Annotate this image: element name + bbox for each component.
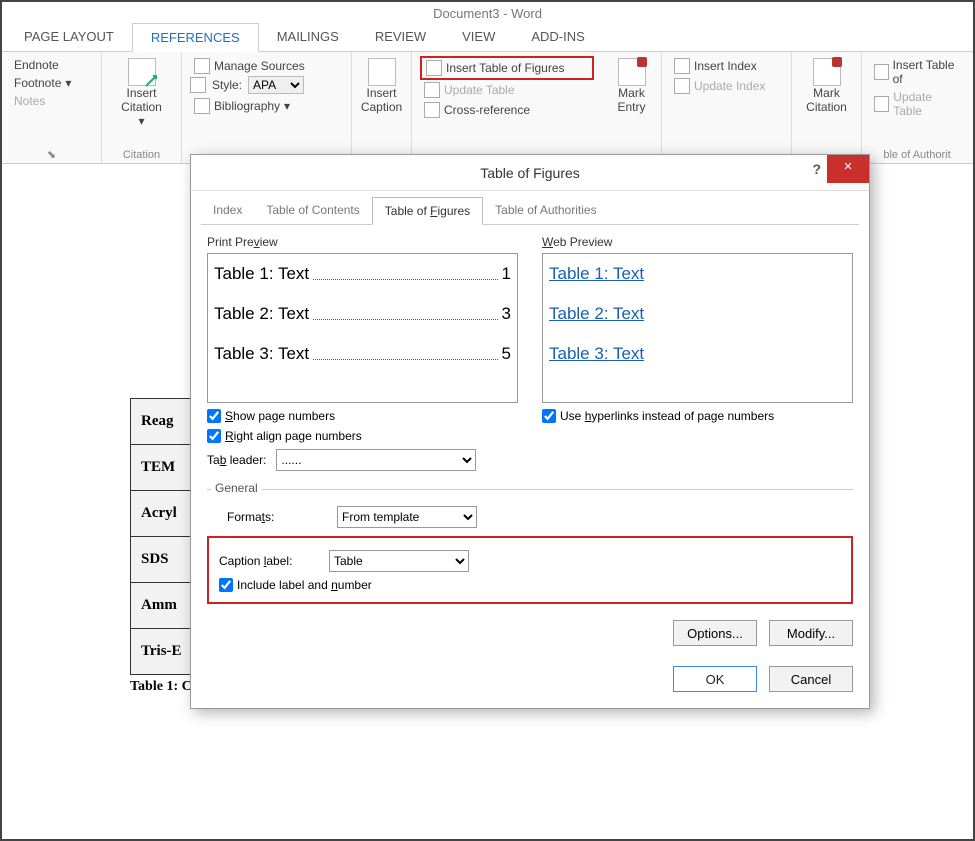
ribbon: Endnote Footnote ▾ Notes ⬊ Insert Citati… xyxy=(2,52,973,164)
update-index-label: Update Index xyxy=(694,79,765,93)
update-toa-button[interactable]: Update Table xyxy=(870,88,964,120)
notes-label: Notes xyxy=(10,92,93,110)
pp-item1: Table 1: Text xyxy=(214,264,309,284)
insert-toa-label: Insert Table of xyxy=(893,58,960,86)
dialog-title-text: Table of Figures xyxy=(480,165,580,181)
dtab-index[interactable]: Index xyxy=(201,197,254,224)
wp-item1: Table 1: Text xyxy=(549,264,644,284)
caption-icon xyxy=(368,58,396,86)
insert-citation-label: Insert Citation xyxy=(121,86,162,114)
web-preview-label: Web Preview xyxy=(542,235,853,249)
group-citations-label: Citation xyxy=(110,147,173,161)
insert-caption-button[interactable]: Insert Caption xyxy=(360,56,403,116)
citation-style-select[interactable]: APA xyxy=(248,76,304,94)
pp-page3: 5 xyxy=(502,344,511,364)
update-table-button[interactable]: Update Table xyxy=(420,80,594,100)
bibliography-dropdown[interactable]: Bibliography ▾ xyxy=(190,96,343,116)
include-label-checkbox[interactable]: Include label and number xyxy=(219,578,841,592)
print-preview-label: Print Preview xyxy=(207,235,518,249)
tab-page-layout[interactable]: PAGE LAYOUT xyxy=(6,23,132,51)
window-title: Document3 - Word xyxy=(2,2,973,23)
pp-item2: Table 2: Text xyxy=(214,304,309,324)
wp-item2: Table 2: Text xyxy=(549,304,644,324)
pp-page2: 3 xyxy=(502,304,511,324)
tab-review[interactable]: REVIEW xyxy=(357,23,444,51)
crossref-icon xyxy=(424,102,440,118)
web-preview-box[interactable]: Table 1: Text Table 2: Text Table 3: Tex… xyxy=(542,253,853,403)
cross-reference-button[interactable]: Cross-reference xyxy=(420,100,594,120)
help-button[interactable]: ? xyxy=(812,161,821,177)
print-preview-box[interactable]: Table 1: Text 1 Table 2: Text 3 Table 3: T… xyxy=(207,253,518,403)
insert-endnote-button[interactable]: Endnote xyxy=(10,56,93,74)
mark-citation-button[interactable]: Mark Citation xyxy=(800,56,853,116)
wp-item3: Table 3: Text xyxy=(549,344,644,364)
caption-label-highlight: Caption label: Table Include label and n… xyxy=(207,536,853,604)
update-icon xyxy=(424,82,440,98)
dtab-tof[interactable]: Table of Figures xyxy=(372,197,483,225)
tab-view[interactable]: VIEW xyxy=(444,23,513,51)
index-icon xyxy=(674,58,690,74)
citation-icon xyxy=(128,58,156,86)
group-authorities-label: ble of Authorit xyxy=(870,147,964,161)
update-toa-icon xyxy=(874,96,889,112)
bibliography-icon xyxy=(194,98,210,114)
tab-references[interactable]: REFERENCES xyxy=(132,23,259,52)
tab-mailings[interactable]: MAILINGS xyxy=(259,23,357,51)
insert-index-label: Insert Index xyxy=(694,59,757,73)
manage-sources-label: Manage Sources xyxy=(214,59,305,73)
ribbon-tabs: PAGE LAYOUT REFERENCES MAILINGS REVIEW V… xyxy=(2,23,973,52)
mark-entry-label: Mark Entry xyxy=(617,86,645,114)
dialog-tabs: Index Table of Contents Table of Figures… xyxy=(201,197,859,225)
update-index-icon xyxy=(674,78,690,94)
close-button[interactable]: × xyxy=(827,155,869,183)
style-icon xyxy=(190,77,206,93)
mark-citation-icon xyxy=(813,58,841,86)
formats-label: Formats: xyxy=(227,510,327,524)
insert-table-of-figures-button[interactable]: Insert Table of Figures xyxy=(420,56,594,80)
style-prefix-label: Style: xyxy=(212,78,242,92)
tof-icon xyxy=(426,60,442,76)
footnote-label: Footnote xyxy=(14,76,61,90)
group-notes-footer: ⬊ xyxy=(10,146,93,161)
insert-toa-button[interactable]: Insert Table of xyxy=(870,56,964,88)
manage-sources-button[interactable]: Manage Sources xyxy=(190,56,343,76)
sources-icon xyxy=(194,58,210,74)
toa-icon xyxy=(874,64,889,80)
modify-button[interactable]: Modify... xyxy=(769,620,853,646)
update-index-button[interactable]: Update Index xyxy=(670,76,783,96)
tab-leader-select[interactable]: ...... xyxy=(276,449,476,471)
insert-index-button[interactable]: Insert Index xyxy=(670,56,783,76)
mark-citation-label: Mark Citation xyxy=(806,86,847,114)
insert-citation-button[interactable]: Insert Citation ▾ xyxy=(110,56,173,130)
caption-label-label: Caption label: xyxy=(219,554,319,568)
dtab-toc[interactable]: Table of Contents xyxy=(254,197,371,224)
update-toa-label: Update Table xyxy=(893,90,960,118)
caption-label-select[interactable]: Table xyxy=(329,550,469,572)
update-table-label: Update Table xyxy=(444,83,515,97)
right-align-checkbox[interactable]: Right align page numbers xyxy=(207,429,518,443)
bibliography-label: Bibliography xyxy=(214,99,280,113)
crossref-label: Cross-reference xyxy=(444,103,530,117)
options-button[interactable]: Options... xyxy=(673,620,757,646)
dialog-titlebar[interactable]: Table of Figures ? × xyxy=(191,155,869,191)
formats-select[interactable]: From template xyxy=(337,506,477,528)
pp-page1: 1 xyxy=(502,264,511,284)
dtab-toa[interactable]: Table of Authorities xyxy=(483,197,608,224)
insert-tof-label: Insert Table of Figures xyxy=(446,61,565,75)
tab-addins[interactable]: ADD-INS xyxy=(513,23,602,51)
mark-entry-icon xyxy=(618,58,646,86)
cancel-button[interactable]: Cancel xyxy=(769,666,853,692)
table-of-figures-dialog: Table of Figures ? × Index Table of Cont… xyxy=(190,154,870,709)
footnote-dropdown[interactable]: Footnote ▾ xyxy=(10,74,93,92)
general-section: General Formats: From template Caption l… xyxy=(207,489,853,646)
use-hyperlinks-checkbox[interactable]: Use hyperlinks instead of page numbers xyxy=(542,409,853,423)
show-page-numbers-checkbox[interactable]: Show page numbers xyxy=(207,409,518,423)
mark-entry-button[interactable]: Mark Entry xyxy=(610,56,653,116)
ok-button[interactable]: OK xyxy=(673,666,757,692)
tab-leader-label: Tab leader: xyxy=(207,453,266,467)
general-legend: General xyxy=(211,481,262,495)
insert-caption-label: Insert Caption xyxy=(361,86,402,114)
pp-item3: Table 3: Text xyxy=(214,344,309,364)
